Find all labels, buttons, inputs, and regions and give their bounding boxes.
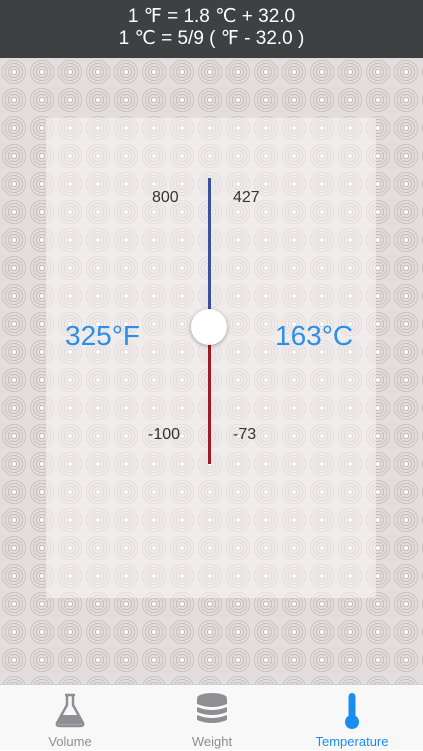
weight-stack-icon xyxy=(193,691,231,732)
fahrenheit-reading: 325°F xyxy=(65,320,141,351)
formula-f-to-c: 1 ℉ = 1.8 ℃ + 32.0 xyxy=(127,6,296,27)
formula-header: 1 ℉ = 1.8 ℃ + 32.0 1 ℃ = 5/9 ( ℉ - 32.0 … xyxy=(0,0,423,58)
scale-track-upper[interactable] xyxy=(208,178,211,328)
tab-temperature-label: Temperature xyxy=(315,734,389,749)
converter-area: 800 427 325°F 163°C -100 -73 xyxy=(0,58,423,684)
scale-panel xyxy=(46,118,376,598)
scale-track-lower[interactable] xyxy=(208,342,211,464)
fahrenheit-min-label: -100 xyxy=(148,426,181,443)
tab-weight[interactable]: Weight xyxy=(172,685,252,751)
flask-icon xyxy=(51,691,89,732)
celsius-min-label: -73 xyxy=(233,426,257,443)
tab-weight-label: Weight xyxy=(191,734,233,749)
fahrenheit-max-label: 800 xyxy=(152,189,179,206)
tab-volume[interactable]: Volume xyxy=(30,685,110,751)
formula-c-to-f: 1 ℃ = 5/9 ( ℉ - 32.0 ) xyxy=(118,28,305,49)
temperature-slider-knob[interactable] xyxy=(191,309,227,345)
tab-bar: Volume Weight Temperature xyxy=(0,684,423,750)
celsius-max-label: 427 xyxy=(233,189,260,206)
thermometer-icon xyxy=(333,691,371,734)
celsius-reading: 163°C xyxy=(275,320,354,351)
tab-temperature[interactable]: Temperature xyxy=(300,685,404,751)
tab-volume-label: Volume xyxy=(48,734,92,749)
